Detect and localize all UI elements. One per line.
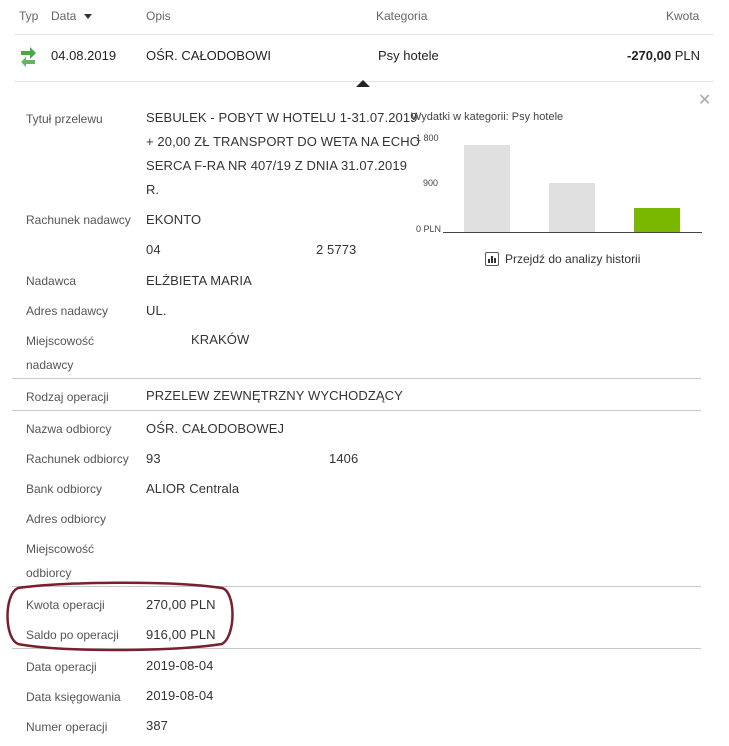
detail-value-rachunek-odbiorcy-end: 1406 xyxy=(329,451,359,466)
detail-label-nazwa-odbiorcy: Nazwa odbiorcy xyxy=(26,422,112,436)
transaction-date: 04.08.2019 xyxy=(51,48,117,63)
section-divider-1 xyxy=(12,378,701,379)
column-header-kategoria: Kategoria xyxy=(376,9,428,23)
detail-value-numer-operacji: 387 xyxy=(146,718,168,733)
transaction-amount-currency: PLN xyxy=(674,48,700,63)
detail-value-rachunek-nadawcy-end: 2 5773 xyxy=(316,242,357,257)
detail-value-tytul-line4: R. xyxy=(146,182,160,197)
detail-value-rodzaj-operacji: PRZELEW ZEWNĘTRZNY WYCHODZĄCY xyxy=(146,388,403,403)
detail-label-numer-operacji: Numer operacji xyxy=(26,720,108,734)
detail-label-bank-odbiorcy: Bank odbiorcy xyxy=(26,482,103,496)
detail-value-nazwa-odbiorcy: OŚR. CAŁODOBOWEJ xyxy=(146,421,285,436)
expanded-caret-icon xyxy=(356,80,370,87)
y-tick-max: 1 800 xyxy=(416,133,439,143)
detail-label-adres-nadawcy: Adres nadawcy xyxy=(26,304,109,318)
detail-value-rachunek-nadawcy-start: 04 xyxy=(146,242,161,257)
column-header-data-label: Data xyxy=(51,9,77,23)
detail-label-nadawca: Nadawca xyxy=(26,274,77,288)
y-tick-mid: 900 xyxy=(423,178,439,188)
column-header-data[interactable]: Data xyxy=(51,9,92,23)
detail-value-adres-nadawcy: UL. xyxy=(146,303,167,318)
detail-value-miejscowosc-nadawcy: KRAKÓW xyxy=(191,332,250,347)
chart-bar-1 xyxy=(464,145,510,232)
column-header-typ: Typ xyxy=(19,9,39,23)
annotation-highlight-ellipse xyxy=(6,581,234,652)
detail-value-bank-odbiorcy: ALIOR Centrala xyxy=(146,481,240,496)
transaction-row[interactable]: 04.08.2019 OŚR. CAŁODOBOWI Psy hotele -2… xyxy=(0,35,729,80)
chart-bar-2 xyxy=(549,183,595,232)
chart-title: Wydatki w kategorii: Psy hotele xyxy=(411,111,563,123)
detail-value-tytul-line2: + 20,00 ZŁ TRANSPORT DO WETA NA ECHO xyxy=(146,134,420,149)
transaction-amount: -270,00 PLN xyxy=(627,48,700,63)
chart-bar-3 xyxy=(634,208,680,232)
y-tick-zero: 0 PLN xyxy=(416,224,442,234)
detail-label-adres-odbiorcy: Adres odbiorcy xyxy=(26,512,107,526)
detail-value-data-operacji: 2019-08-04 xyxy=(146,658,214,673)
chart-title-prefix: Wydatki w kategorii: xyxy=(411,111,509,123)
transfer-arrows-icon xyxy=(18,45,38,67)
transaction-category: Psy hotele xyxy=(378,48,439,63)
category-spending-chart: 1 800 900 0 PLN xyxy=(400,130,710,246)
column-header-opis: Opis xyxy=(146,9,171,23)
detail-value-tytul-line3: SERCA F-RA NR 407/19 Z DNIA 31.07.2019 xyxy=(146,158,408,173)
bar-chart-icon xyxy=(485,252,499,266)
transaction-description: OŚR. CAŁODOBOWI xyxy=(146,48,271,63)
history-analysis-link-label: Przejdź do analizy historii xyxy=(505,252,641,266)
detail-value-tytul-line1: SEBULEK - POBYT W HOTELU 1-31.07.2019 xyxy=(146,110,418,125)
chart-title-category: Psy hotele xyxy=(511,111,564,123)
transaction-amount-value: -270,00 xyxy=(626,48,672,63)
detail-label-miejscowosc-odbiorcy-line1: Miejscowość xyxy=(26,542,95,556)
detail-label-data-operacji: Data operacji xyxy=(26,660,97,674)
section-divider-2 xyxy=(12,410,701,411)
column-header-kwota: Kwota xyxy=(666,9,700,23)
history-analysis-link[interactable]: Przejdź do analizy historii xyxy=(485,252,640,266)
detail-label-data-ksiegowania: Data księgowania xyxy=(26,690,121,704)
detail-label-tytul: Tytuł przelewu xyxy=(26,112,103,126)
detail-label-rachunek-odbiorcy: Rachunek odbiorcy xyxy=(26,452,129,466)
detail-label-miejscowosc-nadawcy-line1: Miejscowość xyxy=(26,334,95,348)
close-icon[interactable]: ✕ xyxy=(698,90,711,110)
x-axis-line xyxy=(443,232,702,233)
detail-label-rachunek-nadawcy: Rachunek nadawcy xyxy=(26,213,131,227)
detail-label-rodzaj-operacji: Rodzaj operacji xyxy=(26,390,109,404)
sort-descending-icon[interactable] xyxy=(83,14,92,20)
detail-value-rachunek-odbiorcy-start: 93 xyxy=(146,451,161,466)
detail-value-rachunek-nadawcy-name: EKONTO xyxy=(146,212,202,227)
detail-label-miejscowosc-nadawcy-line2: nadawcy xyxy=(26,358,74,372)
detail-value-data-ksiegowania: 2019-08-04 xyxy=(146,688,214,703)
detail-value-nadawca: ELŻBIETA MARIA xyxy=(146,273,252,288)
